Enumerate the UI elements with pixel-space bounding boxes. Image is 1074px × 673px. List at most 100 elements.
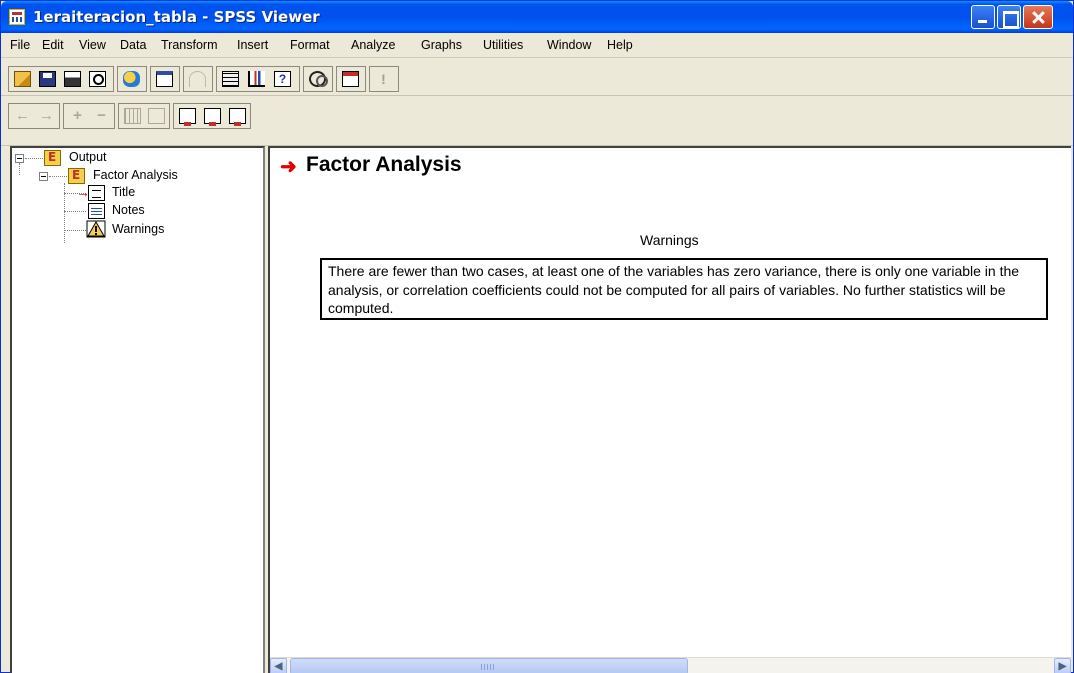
menu-window[interactable]: Window [547, 38, 591, 52]
tree-item-warnings[interactable]: Warnings [112, 222, 164, 236]
procedure-heading[interactable]: Factor Analysis [306, 153, 462, 177]
menu-graphs[interactable]: Graphs [421, 38, 462, 52]
outline-pane[interactable]: Output Factor Analysis → Title Notes War… [10, 146, 265, 673]
show-hide-group [118, 103, 170, 129]
menu-data[interactable]: Data [120, 38, 146, 52]
export-button[interactable] [120, 68, 143, 90]
minus-icon: − [97, 107, 106, 124]
export-icon [123, 71, 140, 87]
scroll-grip-icon [481, 664, 495, 670]
save-icon [39, 71, 56, 87]
tree-item-notes[interactable]: Notes [112, 203, 145, 217]
run-button[interactable]: ! [372, 68, 395, 90]
collapse-button[interactable]: − [90, 105, 113, 127]
window-title: 1eraiteracion_tabla - SPSS Viewer [33, 8, 320, 26]
standard-toolbar: ? ! [1, 59, 1073, 96]
go-to-chart-button[interactable] [245, 68, 268, 90]
menu-transform[interactable]: Transform [161, 38, 218, 52]
export-group [117, 66, 147, 92]
menu-edit[interactable]: Edit [42, 38, 64, 52]
show-button[interactable] [121, 105, 144, 127]
horizontal-scrollbar[interactable]: ◀ ▶ [270, 657, 1071, 673]
demote-button[interactable]: → [35, 105, 58, 127]
insert-title-button[interactable] [201, 105, 224, 127]
undo-icon [189, 71, 206, 87]
chart-icon [248, 71, 265, 87]
run-group: ! [369, 66, 399, 92]
folder-open-icon [14, 71, 31, 87]
collapse-output-toggle[interactable] [15, 154, 24, 163]
script-icon [342, 71, 359, 87]
menu-analyze[interactable]: Analyze [351, 38, 395, 52]
use-sets-button[interactable] [306, 68, 329, 90]
variables-help-button[interactable]: ? [271, 68, 294, 90]
promote-button[interactable]: ← [11, 105, 34, 127]
insert-heading-icon [179, 108, 196, 126]
warning-icon [86, 220, 106, 238]
show-book-icon [124, 108, 141, 124]
menu-view[interactable]: View [79, 38, 106, 52]
plus-icon: + [73, 107, 82, 124]
maximize-icon[interactable] [997, 5, 1021, 29]
spss-viewer-icon[interactable] [9, 9, 25, 25]
tree-item-factor-analysis[interactable]: Factor Analysis [93, 168, 178, 182]
variable-help-icon: ? [274, 71, 291, 87]
use-sets-group [303, 66, 333, 92]
collapse-factor-analysis-toggle[interactable] [39, 172, 48, 181]
tree-line [64, 211, 86, 212]
insert-items-group [173, 103, 251, 129]
print-preview-icon [89, 71, 106, 87]
notes-document-icon [88, 203, 105, 219]
expand-collapse-group: + − [63, 103, 115, 129]
insert-text-icon [229, 108, 246, 126]
go-to-data-button[interactable] [219, 68, 242, 90]
menu-utilities[interactable]: Utilities [483, 38, 523, 52]
dialog-recall-group [150, 66, 180, 92]
tree-line [64, 183, 65, 243]
minimize-icon[interactable] [971, 5, 995, 29]
menu-bar: File Edit View Data Transform Insert For… [1, 33, 1073, 58]
promote-demote-group: ← → [8, 103, 60, 129]
tree-item-output[interactable]: Output [69, 150, 107, 164]
expand-button[interactable]: + [66, 105, 89, 127]
hide-button[interactable] [145, 105, 168, 127]
insert-heading-button[interactable] [176, 105, 199, 127]
undo-group [183, 66, 213, 92]
insert-text-button[interactable] [226, 105, 249, 127]
arrow-left-icon: ← [15, 107, 30, 124]
title-document-icon [88, 185, 105, 201]
scroll-thumb[interactable] [290, 658, 688, 673]
menu-format[interactable]: Format [290, 38, 330, 52]
save-button[interactable] [36, 68, 59, 90]
print-button[interactable] [61, 68, 84, 90]
menu-file[interactable]: File [10, 38, 30, 52]
insert-title-icon [204, 108, 221, 126]
navigation-tools-group: ? [216, 66, 300, 92]
close-icon[interactable] [1023, 5, 1053, 29]
arrow-right-icon: → [39, 107, 54, 124]
scroll-right-button[interactable]: ▶ [1054, 658, 1071, 673]
outline-toolbar: ← → + − [1, 96, 1073, 146]
hide-box-icon [148, 108, 165, 124]
dialog-recall-button[interactable] [153, 68, 176, 90]
warning-message: There are fewer than two cases, at least… [328, 263, 1020, 316]
title-bar[interactable]: 1eraiteracion_tabla - SPSS Viewer [1, 1, 1073, 33]
tree-line [25, 158, 43, 159]
print-preview-button[interactable] [86, 68, 109, 90]
warnings-table-title[interactable]: Warnings [640, 232, 699, 248]
script-group [336, 66, 366, 92]
open-button[interactable] [11, 68, 34, 90]
viewer-content-pane[interactable]: ➜ Factor Analysis Warnings There are few… [268, 146, 1071, 673]
menu-insert[interactable]: Insert [237, 38, 268, 52]
warnings-table[interactable]: There are fewer than two cases, at least… [320, 258, 1048, 320]
tree-item-title[interactable]: Title [112, 185, 135, 199]
script-button[interactable] [339, 68, 362, 90]
data-table-icon [222, 71, 239, 87]
use-sets-icon [309, 71, 328, 87]
output-book-icon [44, 150, 61, 166]
scroll-left-button[interactable]: ◀ [270, 658, 287, 673]
file-tools-group [8, 66, 114, 92]
run-exclamation-icon: ! [381, 71, 386, 87]
undo-button[interactable] [186, 68, 209, 90]
menu-help[interactable]: Help [607, 38, 633, 52]
